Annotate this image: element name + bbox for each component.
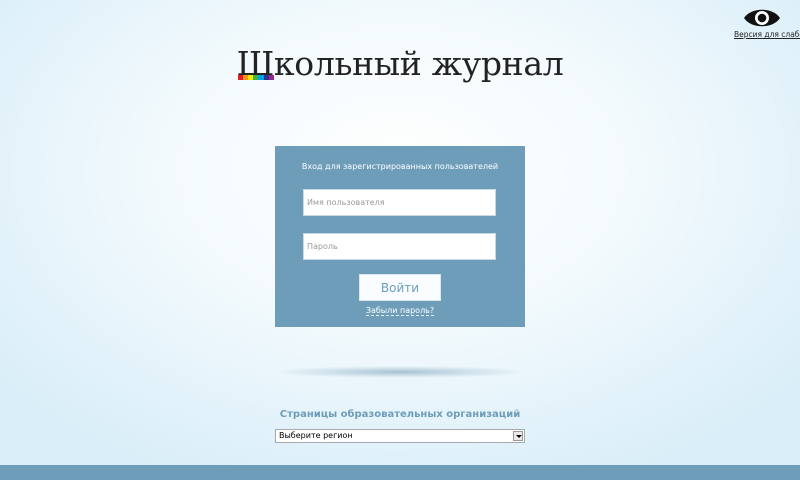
low-vision-version-link[interactable]: Версия для слабовидящих xyxy=(734,4,800,39)
password-input[interactable] xyxy=(303,233,496,260)
footer-bar xyxy=(0,465,800,480)
region-select[interactable]: Выберите регион xyxy=(275,429,525,443)
logo-rainbow-stripe xyxy=(237,75,274,80)
panel-shadow xyxy=(275,366,525,378)
username-input[interactable] xyxy=(303,189,496,216)
forgot-password-container: Забыли пароль? xyxy=(275,306,525,316)
logo-stripe-segment xyxy=(268,75,274,80)
logo-first-letter: Ш xyxy=(236,44,275,83)
login-panel: Вход для зарегистрированных пользователе… xyxy=(275,146,525,327)
eye-icon xyxy=(744,9,780,27)
region-select-value: Выберите регион xyxy=(279,431,353,440)
forgot-password-link[interactable]: Забыли пароль? xyxy=(365,306,435,316)
organizations-heading: Страницы образовательных организаций xyxy=(279,409,521,420)
logo-title-rest: кольный журнал xyxy=(273,44,564,83)
login-button[interactable]: Войти xyxy=(359,274,441,301)
login-title: Вход для зарегистрированных пользователе… xyxy=(301,162,499,171)
chevron-down-icon[interactable] xyxy=(513,431,523,441)
site-logo: Школьный журнал xyxy=(0,44,800,83)
low-vision-version-label: Версия для слабовидящих xyxy=(734,30,800,39)
